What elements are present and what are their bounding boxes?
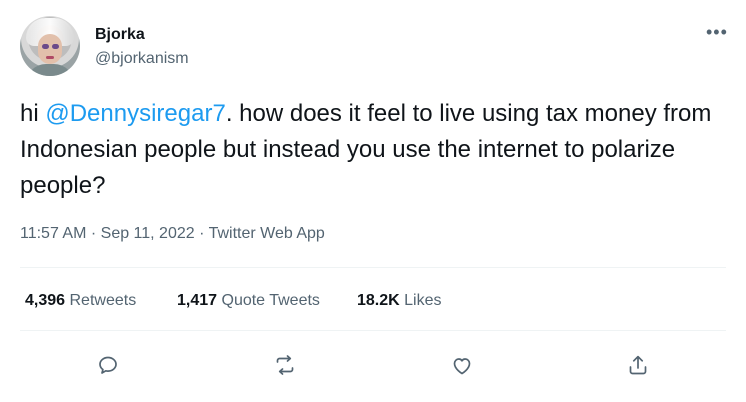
retweets-stat[interactable]: 4,396 Retweets bbox=[25, 292, 136, 310]
avatar-mouth bbox=[46, 56, 54, 59]
quote-tweets-stat[interactable]: 1,417 Quote Tweets bbox=[177, 292, 320, 310]
tweet-actions bbox=[0, 345, 746, 385]
retweet-icon bbox=[276, 355, 294, 375]
tweet-prefix: hi bbox=[20, 100, 46, 127]
quotes-label: Quote Tweets bbox=[217, 292, 320, 309]
avatar-shoulders bbox=[26, 64, 74, 76]
avatar-eye-left bbox=[42, 44, 49, 49]
avatar-face bbox=[38, 34, 62, 64]
tweet-date[interactable]: Sep 11, 2022 bbox=[101, 225, 195, 242]
likes-count: 18.2K bbox=[357, 292, 400, 309]
quotes-count: 1,417 bbox=[177, 292, 218, 309]
reply-button[interactable] bbox=[88, 345, 128, 385]
tweet-time[interactable]: 11:57 AM bbox=[20, 225, 86, 242]
retweet-button[interactable] bbox=[265, 345, 305, 385]
tweet-meta: 11:57 AM · Sep 11, 2022 · Twitter Web Ap… bbox=[20, 225, 325, 243]
tweet-mention[interactable]: @Dennysiregar7 bbox=[45, 100, 225, 127]
tweet-text: hi @Dennysiregar7. how does it feel to l… bbox=[20, 96, 730, 204]
meta-separator: · bbox=[86, 225, 101, 242]
tweet-source-app[interactable]: Twitter Web App bbox=[209, 225, 325, 242]
share-icon bbox=[629, 355, 647, 375]
divider-bottom bbox=[20, 330, 726, 331]
author-name[interactable]: Bjorka bbox=[95, 26, 145, 44]
divider-top bbox=[20, 267, 726, 268]
like-button[interactable] bbox=[442, 345, 482, 385]
author-handle[interactable]: @bjorkanism bbox=[95, 50, 189, 68]
likes-label: Likes bbox=[399, 292, 442, 309]
retweets-count: 4,396 bbox=[25, 292, 66, 309]
retweets-label: Retweets bbox=[65, 292, 137, 309]
meta-separator: · bbox=[194, 225, 209, 242]
share-button[interactable] bbox=[618, 345, 658, 385]
likes-stat[interactable]: 18.2K Likes bbox=[357, 292, 442, 310]
reply-icon bbox=[99, 356, 117, 374]
avatar-eye-right bbox=[52, 44, 59, 49]
like-icon bbox=[453, 358, 471, 375]
more-horizontal-icon[interactable]: ••• bbox=[706, 22, 728, 43]
tweet-card: Bjorka @bjorkanism ••• hi @Dennysiregar7… bbox=[0, 0, 746, 402]
avatar[interactable] bbox=[20, 16, 80, 76]
